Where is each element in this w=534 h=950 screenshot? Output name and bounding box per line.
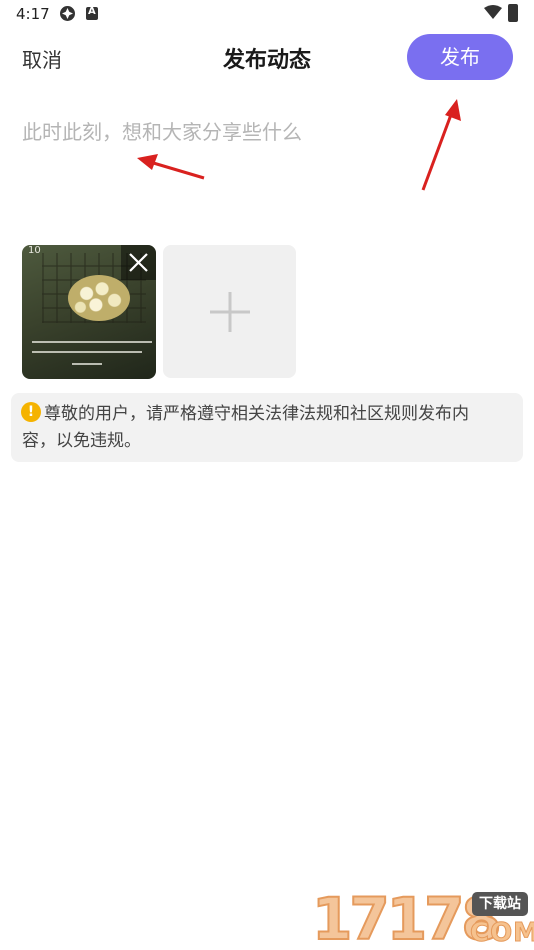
community-rules-notice: ! 尊敬的用户，请严格遵守相关法律法规和社区规则发布内 容，以免违规。 [11,393,523,462]
watermark-digits: 17178 [311,885,503,950]
watermark-suffix: COM [469,918,534,949]
a-badge-icon [86,6,98,20]
add-image-button[interactable] [163,245,296,378]
post-content-input[interactable] [22,116,512,216]
thumbnail-caption-line [72,363,102,365]
plus-icon [210,292,250,332]
thumbnail-flowers [68,275,130,321]
remove-image-button[interactable] [121,245,156,280]
cancel-button[interactable]: 取消 [22,44,62,73]
sync-icon [60,6,75,21]
close-icon [129,253,148,272]
thumbnail-date: 10 [28,245,41,256]
battery-icon [508,4,518,22]
site-watermark: 17178 下载站 COM [311,885,534,950]
wifi-icon [484,5,502,19]
watermark-tag: 下载站 [472,892,528,916]
thumbnail-caption-line [32,351,142,353]
notice-line-2: 容，以免违规。 [22,431,141,451]
warning-icon: ! [21,402,41,422]
publish-button[interactable]: 发布 [407,34,513,80]
thumbnail-caption-line [32,341,152,343]
notice-line-1: 尊敬的用户，请严格遵守相关法律法规和社区规则发布内 [44,404,469,424]
notice-text: 尊敬的用户，请严格遵守相关法律法规和社区规则发布内 容，以免违规。 [22,401,506,455]
status-time: 4:17 [16,5,50,23]
status-bar: 4:17 [0,0,534,28]
